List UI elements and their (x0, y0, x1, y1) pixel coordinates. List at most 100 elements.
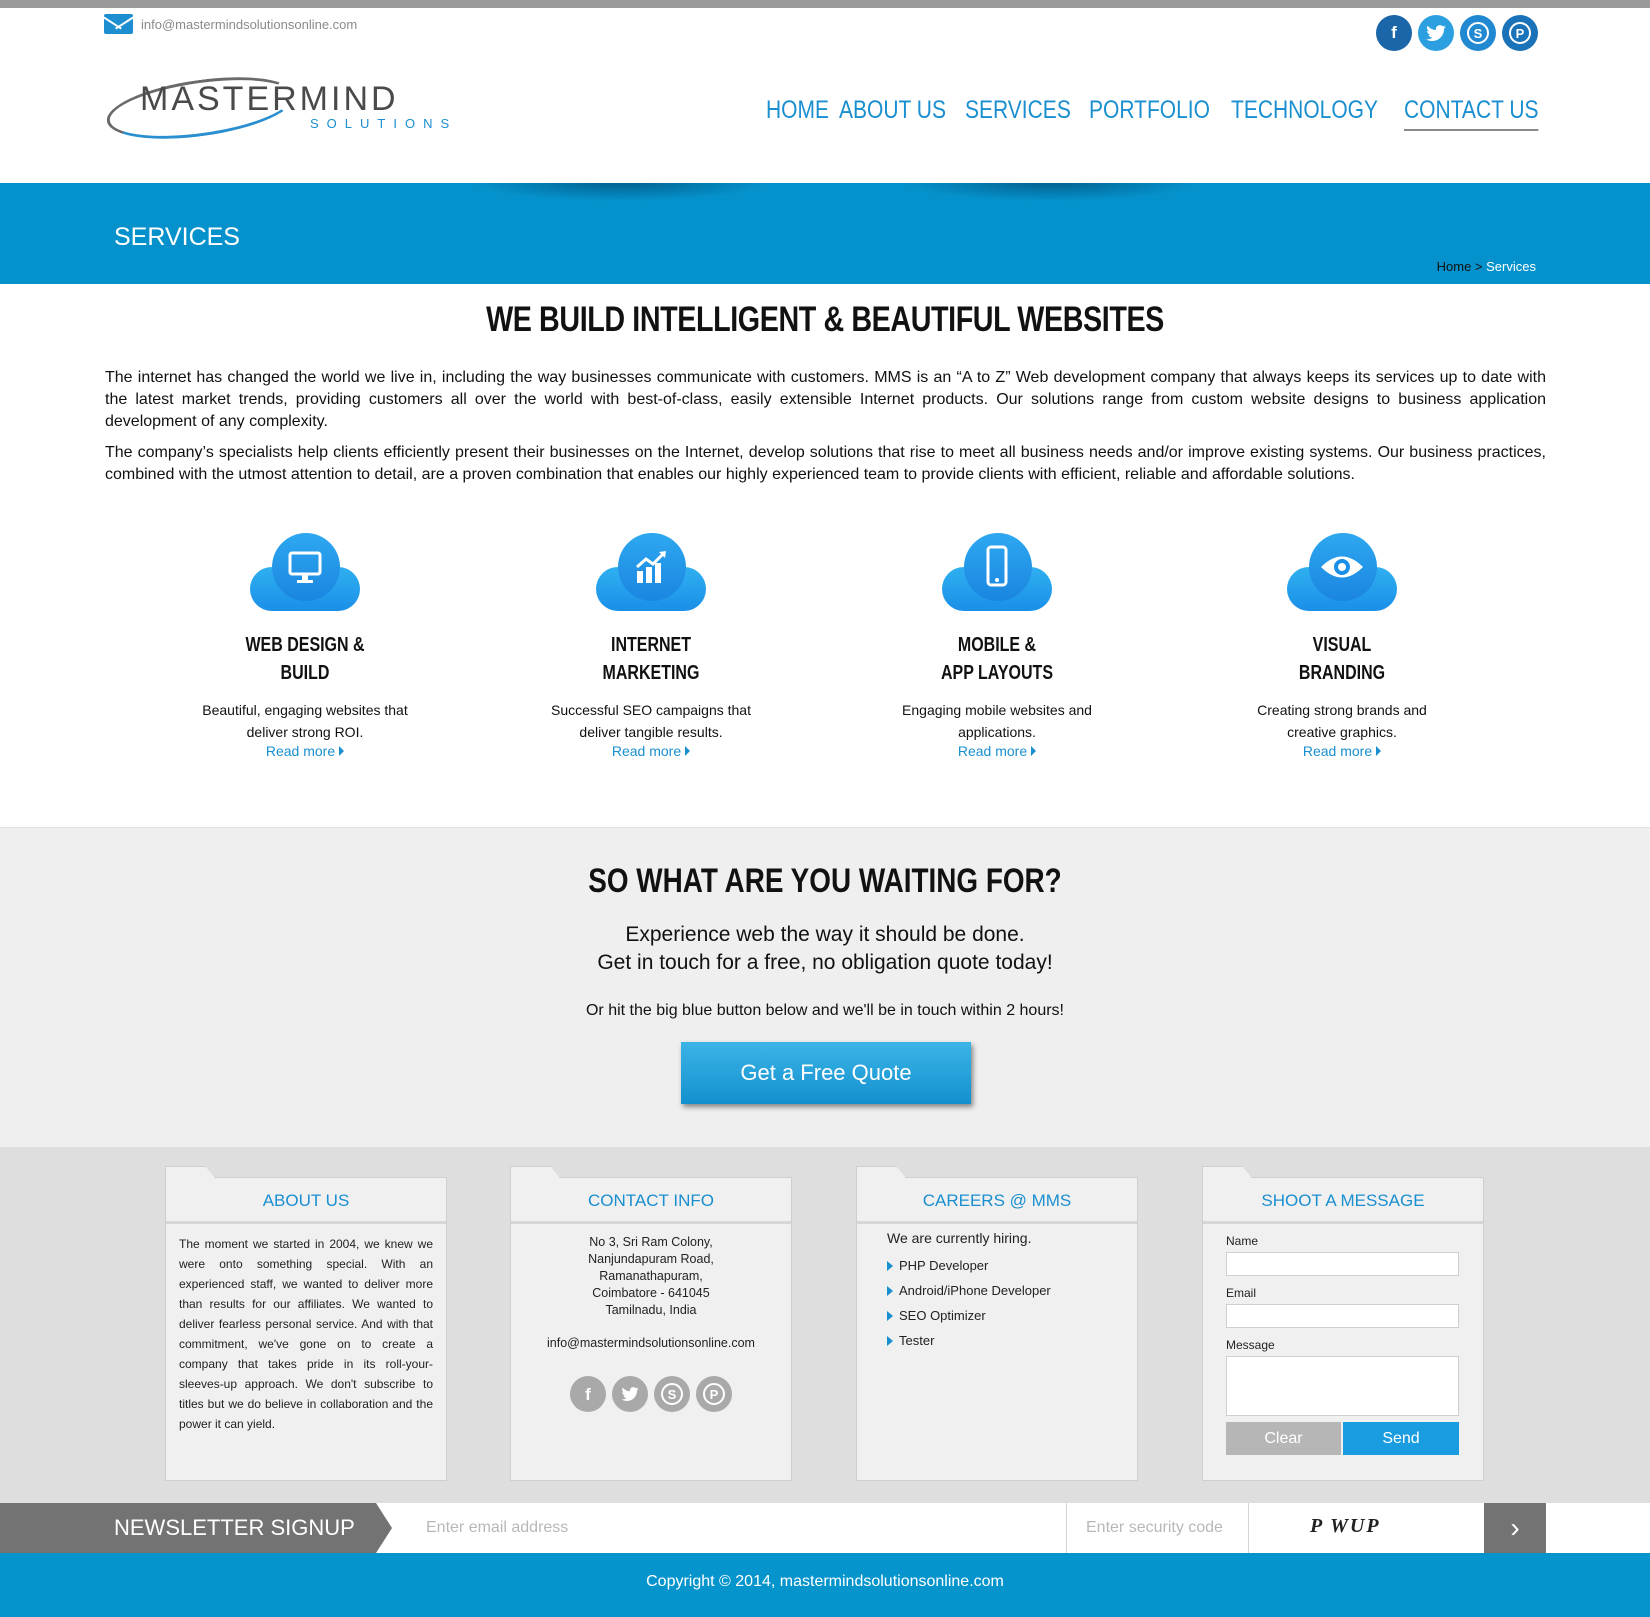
about-text: The moment we started in 2004, we knew w… (179, 1237, 433, 1431)
job-list: PHP Developer Android/iPhone Developer S… (857, 1252, 1137, 1364)
newsletter-bar: NEWSLETTER SIGNUP Enter email address En… (0, 1503, 1650, 1553)
top-bar (0, 0, 1650, 8)
service-description: Engaging mobile websites and application… (902, 702, 1092, 740)
logo[interactable]: MASTERMIND SOLUTIONS (103, 67, 458, 149)
chart-icon (596, 543, 706, 587)
nav-about-us[interactable]: ABOUT US (839, 96, 946, 131)
facebook-icon[interactable]: f (570, 1376, 606, 1412)
twitter-icon[interactable] (612, 1376, 648, 1412)
main-headline: WE BUILD INTELLIGENT & BEAUTIFUL WEBSITE… (486, 300, 1164, 339)
send-button[interactable]: Send (1343, 1422, 1459, 1455)
service-visual-branding: VISUAL BRANDING Creating strong brands an… (1202, 533, 1482, 759)
page-title: SERVICES (114, 223, 240, 251)
captcha-image: P WUP (1310, 1515, 1381, 1537)
intro-paragraph: The internet has changed the world we li… (105, 369, 1546, 430)
read-more-link[interactable]: Read more (165, 743, 445, 759)
message-form: Name Email Message Clear Send (1203, 1224, 1483, 1465)
social-links: f S P (1376, 15, 1538, 51)
pinterest-icon[interactable]: P (696, 1376, 732, 1412)
careers-intro: We are currently hiring. (887, 1230, 1032, 1246)
box-title: ABOUT US (166, 1178, 446, 1224)
box-title: CAREERS @ MMS (857, 1178, 1137, 1224)
caret-right-icon (1376, 746, 1382, 756)
service-title: VISUAL BRANDING (1298, 634, 1386, 684)
job-item[interactable]: SEO Optimizer (887, 1308, 1107, 1323)
read-more-link[interactable]: Read more (857, 743, 1137, 759)
nav-services[interactable]: SERVICES (965, 96, 1071, 131)
logo-text: MASTERMIND (140, 80, 399, 118)
footer-widgets: ABOUT US The moment we started in 2004, … (0, 1147, 1650, 1503)
top-email[interactable]: info@mastermindsolutionsonline.com (141, 17, 357, 32)
breadcrumb-home[interactable]: Home (1437, 259, 1472, 274)
cta-section: SO WHAT ARE YOU WAITING FOR? Experience … (0, 827, 1650, 1147)
service-description: Beautiful, engaging websites that delive… (202, 702, 408, 740)
copyright: Copyright © 2014, mastermindsolutionsonl… (0, 1553, 1650, 1617)
footer-social-links: f S P (524, 1376, 778, 1412)
page-banner: SERVICES Home > Services (0, 183, 1650, 284)
message-field[interactable] (1226, 1356, 1459, 1416)
skype-icon[interactable]: S (654, 1376, 690, 1412)
contact-email[interactable]: info@mastermindsolutionsonline.com (524, 1335, 778, 1352)
caret-right-icon (339, 746, 345, 756)
clear-button[interactable]: Clear (1226, 1422, 1341, 1455)
cta-subtext: Experience web the way it should be done… (597, 923, 1053, 974)
name-label: Name (1226, 1234, 1259, 1248)
intro-text: The internet has changed the world we li… (105, 367, 1546, 495)
service-description: Successful SEO campaigns that deliver ta… (551, 702, 751, 740)
message-label: Message (1226, 1338, 1275, 1352)
box-title: CONTACT INFO (511, 1178, 791, 1224)
eye-icon (1287, 543, 1397, 587)
read-more-link[interactable]: Read more (1202, 743, 1482, 759)
caret-right-icon (685, 746, 691, 756)
job-item[interactable]: Android/iPhone Developer (887, 1283, 1107, 1298)
twitter-icon[interactable] (1418, 15, 1454, 51)
breadcrumb: Home > Services (1437, 259, 1536, 274)
facebook-icon[interactable]: f (1376, 15, 1412, 51)
nav-portfolio[interactable]: PORTFOLIO (1089, 96, 1210, 131)
careers-box: CAREERS @ MMS We are currently hiring. P… (856, 1166, 1138, 1481)
service-title: INTERNET MARKETING (602, 634, 700, 684)
mobile-icon (942, 543, 1052, 589)
skype-icon[interactable]: S (1460, 15, 1496, 51)
name-field[interactable] (1226, 1252, 1459, 1276)
nav-home[interactable]: HOME (766, 96, 829, 131)
service-title: MOBILE & APP LAYOUTS (940, 634, 1054, 684)
job-item[interactable]: PHP Developer (887, 1258, 1107, 1273)
service-web-design: WEB DESIGN & BUILD Beautiful, engaging we… (165, 533, 445, 759)
job-item[interactable]: Tester (887, 1333, 1107, 1348)
main-nav: HOME ABOUT US SERVICES PORTFOLIO TECHNOL… (766, 96, 1544, 131)
security-code-input[interactable]: Enter security code (1086, 1503, 1223, 1553)
nav-technology[interactable]: TECHNOLOGY (1231, 96, 1378, 131)
cloud-icon (942, 533, 1052, 611)
monitor-icon (250, 543, 360, 587)
newsletter-label: NEWSLETTER SIGNUP (0, 1503, 392, 1553)
service-title: WEB DESIGN & BUILD (245, 634, 365, 684)
pinterest-icon[interactable]: P (1502, 15, 1538, 51)
chevron-right-icon: › (1510, 1512, 1520, 1543)
service-internet-marketing: INTERNET MARKETING Successful SEO campaig… (511, 533, 791, 759)
newsletter-submit-button[interactable]: › (1484, 1503, 1546, 1553)
read-more-link[interactable]: Read more (511, 743, 791, 759)
banner-shadow (900, 183, 1200, 201)
intro-paragraph: The company’s specialists help clients e… (105, 444, 1546, 483)
contact-box: CONTACT INFO No 3, Sri Ram Colony, Nanju… (510, 1166, 792, 1481)
cta-note: Or hit the big blue button below and we'… (585, 1002, 1064, 1019)
service-mobile-app: MOBILE & APP LAYOUTS Engaging mobile webs… (857, 533, 1137, 759)
newsletter-email-input[interactable]: Enter email address (426, 1503, 568, 1553)
services-grid: WEB DESIGN & BUILD Beautiful, engaging we… (0, 533, 1650, 759)
get-free-quote-button[interactable]: Get a Free Quote (681, 1042, 971, 1104)
message-box: SHOOT A MESSAGE Name Email Message Clear… (1202, 1166, 1484, 1481)
cloud-icon (250, 533, 360, 611)
email-label: Email (1226, 1286, 1257, 1300)
banner-shadow (470, 183, 770, 201)
mail-icon (104, 14, 133, 34)
email-field[interactable] (1226, 1304, 1459, 1328)
box-title: SHOOT A MESSAGE (1203, 1178, 1483, 1224)
top-contact: info@mastermindsolutionsonline.com (104, 14, 357, 34)
service-description: Creating strong brands and creative grap… (1257, 702, 1427, 740)
logo-subtext: SOLUTIONS (310, 116, 458, 131)
caret-right-icon (1031, 746, 1037, 756)
nav-contact-us[interactable]: CONTACT US (1403, 96, 1539, 131)
breadcrumb-current: Services (1486, 259, 1536, 274)
contact-address: No 3, Sri Ram Colony, Nanjundapuram Road… (511, 1224, 791, 1422)
